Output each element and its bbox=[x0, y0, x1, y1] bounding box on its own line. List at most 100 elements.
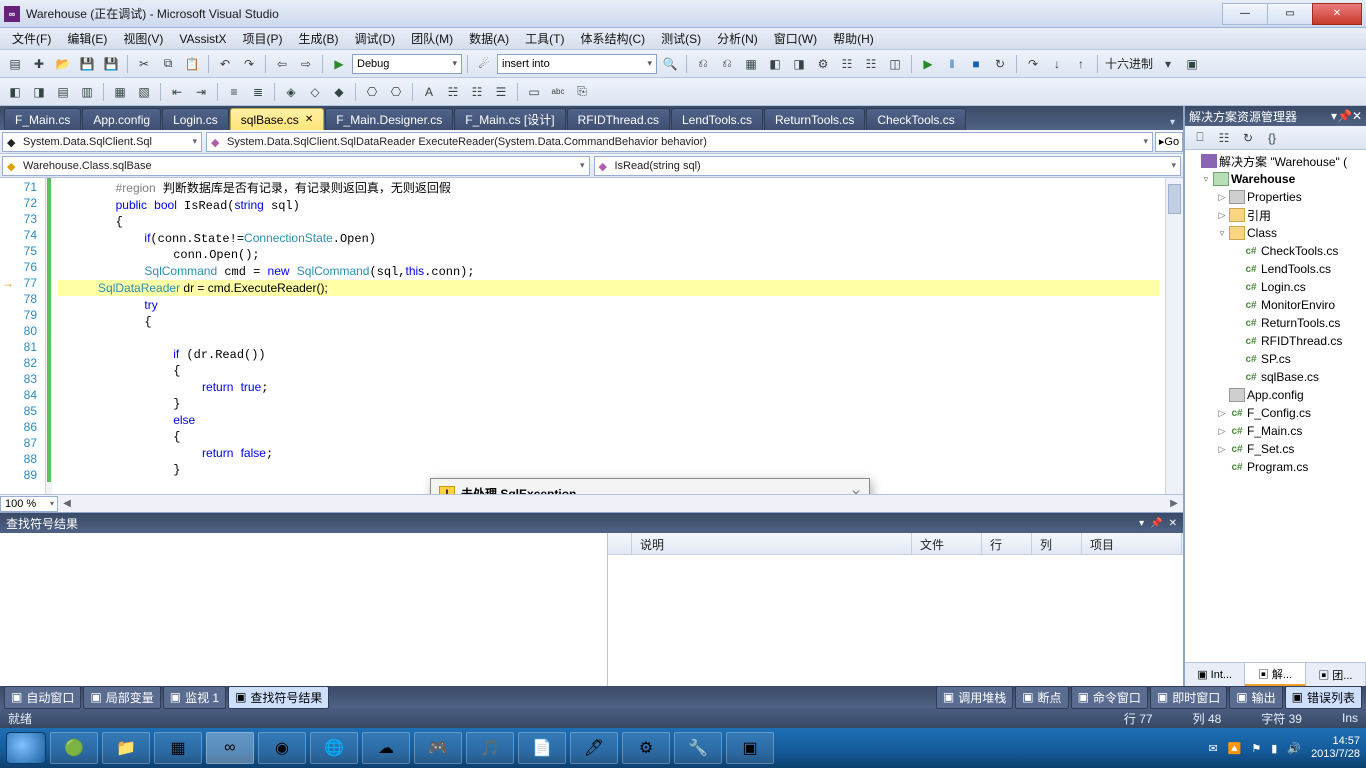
save-all-icon[interactable]: 💾 bbox=[100, 53, 122, 75]
close-button[interactable]: ✕ bbox=[1312, 3, 1362, 25]
tb2-e[interactable]: ▦ bbox=[109, 81, 131, 103]
se-showall-icon[interactable]: ☷ bbox=[1213, 127, 1235, 149]
hscroll-right-icon[interactable]: ▶ bbox=[1165, 498, 1183, 509]
side-tab[interactable]: ▣ 解... bbox=[1245, 663, 1305, 686]
misc3-icon[interactable]: ▦ bbox=[740, 53, 762, 75]
tb2-i[interactable]: ≡ bbox=[223, 81, 245, 103]
new-project-icon[interactable]: ▤ bbox=[4, 53, 26, 75]
tb2-m[interactable]: ◆ bbox=[328, 81, 350, 103]
menu-item[interactable]: 项目(P) bbox=[234, 28, 290, 49]
taskbar-app-5[interactable]: 🌐 bbox=[310, 732, 358, 764]
file-tab[interactable]: LendTools.cs bbox=[671, 108, 763, 130]
menu-item[interactable]: 窗口(W) bbox=[766, 28, 825, 49]
find-icon[interactable]: ☄ bbox=[473, 53, 495, 75]
tb2-v[interactable]: ⎘ bbox=[571, 81, 593, 103]
taskbar-app-10[interactable]: 🖊 bbox=[570, 732, 618, 764]
zoom-combo[interactable]: 100 % bbox=[0, 496, 58, 512]
find-next-icon[interactable]: 🔍 bbox=[659, 53, 681, 75]
toolwin-tab[interactable]: ▣自动窗口 bbox=[4, 686, 81, 709]
undo-icon[interactable]: ↶ bbox=[214, 53, 236, 75]
taskbar-app-8[interactable]: 🎵 bbox=[466, 732, 514, 764]
tb2-c[interactable]: ▤ bbox=[52, 81, 74, 103]
copy-icon[interactable]: ⧉ bbox=[157, 53, 179, 75]
taskbar-app-9[interactable]: 📄 bbox=[518, 732, 566, 764]
tb2-j[interactable]: ≣ bbox=[247, 81, 269, 103]
taskbar-app-3[interactable]: ▦ bbox=[154, 732, 202, 764]
grid-col-header[interactable]: 列 bbox=[1032, 533, 1082, 554]
tb2-q[interactable]: ☵ bbox=[442, 81, 464, 103]
tray-clock[interactable]: 14:572013/7/28 bbox=[1311, 735, 1360, 761]
toolwin-tab[interactable]: ▣调用堆栈 bbox=[936, 686, 1013, 709]
grid-col-header[interactable] bbox=[608, 533, 632, 554]
taskbar-app-1[interactable]: 🟢 bbox=[50, 732, 98, 764]
system-tray[interactable]: ✉ 🔼 ⚑ ▮ 🔊 14:572013/7/28 bbox=[1209, 735, 1361, 761]
step-out-icon[interactable]: ↑ bbox=[1070, 53, 1092, 75]
menu-item[interactable]: 工具(T) bbox=[517, 28, 572, 49]
find-combo[interactable]: insert into bbox=[497, 54, 657, 74]
se-viewcode-icon[interactable]: {} bbox=[1261, 127, 1283, 149]
tree-item[interactable]: ▿Class bbox=[1185, 224, 1366, 242]
nav-go-button[interactable]: ▸Go bbox=[1155, 132, 1183, 152]
grid-col-header[interactable]: 行 bbox=[982, 533, 1032, 554]
panel-dropdown-icon[interactable]: ▾ bbox=[1139, 518, 1144, 529]
tree-item[interactable]: c#RFIDThread.cs bbox=[1185, 332, 1366, 350]
step-into-icon[interactable]: ↓ bbox=[1046, 53, 1068, 75]
tb2-f[interactable]: ▧ bbox=[133, 81, 155, 103]
tb2-k[interactable]: ◈ bbox=[280, 81, 302, 103]
nav-type-combo[interactable]: ◆System.Data.SqlClient.Sql bbox=[2, 132, 202, 152]
menu-item[interactable]: 帮助(H) bbox=[825, 28, 882, 49]
tb2-p[interactable]: A bbox=[418, 81, 440, 103]
nav-class-combo[interactable]: ◆Warehouse.Class.sqlBase bbox=[2, 156, 590, 176]
tree-item[interactable]: c#SP.cs bbox=[1185, 350, 1366, 368]
toolwin-tab[interactable]: ▣即时窗口 bbox=[1150, 686, 1227, 709]
toolwin-tab[interactable]: ▣命令窗口 bbox=[1071, 686, 1148, 709]
taskbar-app-vs[interactable]: ∞ bbox=[206, 732, 254, 764]
menu-item[interactable]: 数据(A) bbox=[461, 28, 517, 49]
tab-close-icon[interactable]: ✕ bbox=[305, 114, 313, 125]
minimize-button[interactable]: ― bbox=[1222, 3, 1268, 25]
tree-item[interactable]: c#CheckTools.cs bbox=[1185, 242, 1366, 260]
tabs-menu-icon[interactable]: ▾ bbox=[1166, 115, 1179, 130]
tb2-g[interactable]: ⇤ bbox=[166, 81, 188, 103]
toolwin-tab[interactable]: ▣输出 bbox=[1229, 686, 1282, 709]
tree-item[interactable]: c#Program.cs bbox=[1185, 458, 1366, 476]
tree-item[interactable]: ▷Properties bbox=[1185, 188, 1366, 206]
menu-item[interactable]: 体系结构(C) bbox=[572, 28, 653, 49]
open-file-icon[interactable]: 📂 bbox=[52, 53, 74, 75]
panel-pin-icon[interactable]: 📌 bbox=[1150, 518, 1162, 529]
grid-col-header[interactable]: 项目 bbox=[1082, 533, 1182, 554]
file-tab[interactable]: RFIDThread.cs bbox=[567, 108, 670, 130]
tb2-b[interactable]: ◨ bbox=[28, 81, 50, 103]
config-combo[interactable]: Debug bbox=[352, 54, 462, 74]
menu-item[interactable]: 分析(N) bbox=[709, 28, 766, 49]
file-tab[interactable]: App.config bbox=[82, 108, 161, 130]
start-button[interactable] bbox=[6, 732, 46, 764]
file-tab[interactable]: F_Main.cs [设计] bbox=[454, 108, 565, 130]
tb2-o[interactable]: ⎔ bbox=[385, 81, 407, 103]
tree-item[interactable]: App.config bbox=[1185, 386, 1366, 404]
tree-item[interactable]: ▷c#F_Main.cs bbox=[1185, 422, 1366, 440]
taskbar-app-12[interactable]: 🔧 bbox=[674, 732, 722, 764]
tb2-t[interactable]: ▭ bbox=[523, 81, 545, 103]
toolwin-tab[interactable]: ▣断点 bbox=[1015, 686, 1068, 709]
continue-icon[interactable]: ▶ bbox=[917, 53, 939, 75]
find-results-body[interactable] bbox=[0, 533, 608, 686]
grid-col-header[interactable]: 文件 bbox=[912, 533, 982, 554]
file-tab[interactable]: F_Main.cs bbox=[4, 108, 81, 130]
tree-item[interactable]: c#sqlBase.cs bbox=[1185, 368, 1366, 386]
step-over-icon[interactable]: ↷ bbox=[1022, 53, 1044, 75]
toolwin-tab[interactable]: ▣局部变量 bbox=[83, 686, 160, 709]
file-tab[interactable]: F_Main.Designer.cs bbox=[325, 108, 453, 130]
pause-icon[interactable]: ‖ bbox=[941, 53, 963, 75]
tb2-r[interactable]: ☷ bbox=[466, 81, 488, 103]
toolwin-tab[interactable]: ▣监视 1 bbox=[163, 686, 226, 709]
file-tab[interactable]: Login.cs bbox=[162, 108, 229, 130]
panel-close-icon[interactable]: ✕ bbox=[1169, 518, 1177, 529]
redo-icon[interactable]: ↷ bbox=[238, 53, 260, 75]
menu-item[interactable]: 文件(F) bbox=[4, 28, 59, 49]
nav-back-icon[interactable]: ⇦ bbox=[271, 53, 293, 75]
tb2-n[interactable]: ⎔ bbox=[361, 81, 383, 103]
misc-icon[interactable]: ⎌ bbox=[692, 53, 714, 75]
side-tab[interactable]: ▣ 团... bbox=[1306, 663, 1366, 686]
stop-icon[interactable]: ■ bbox=[965, 53, 987, 75]
